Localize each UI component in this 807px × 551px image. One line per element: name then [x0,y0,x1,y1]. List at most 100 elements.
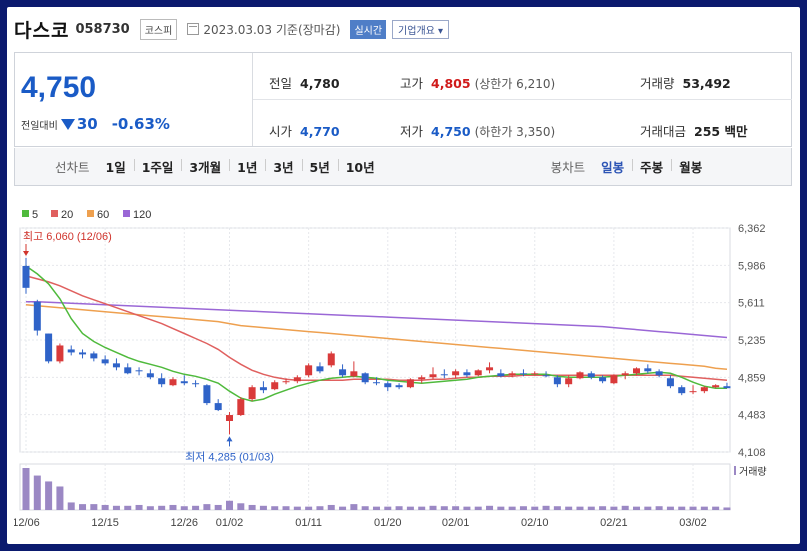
volume-bar [124,505,132,510]
y-tick-label: 6,362 [738,223,766,235]
down-triangle-icon [60,118,75,130]
legend-swatch [22,210,29,217]
volume-bar [655,506,663,510]
candle [621,373,629,376]
volume-bar [519,506,527,510]
volume-bar [666,506,674,510]
stock-name[interactable]: 다스코 [14,16,69,43]
high-label: 고가 [400,76,424,91]
volume-plot-area [19,463,731,511]
tab-daily[interactable]: 일봉 [593,157,632,176]
candle [452,371,460,376]
volume-bar [474,506,482,510]
volume-bar [542,505,550,510]
volume-legend-label: 거래량 [739,466,767,478]
tab-10y[interactable]: 10년 [337,157,383,176]
candle [33,301,41,331]
candle [56,345,64,362]
volume: 거래량 53,492 [640,73,731,92]
candle [406,379,414,388]
candle [124,367,132,374]
candle [158,378,166,385]
volume-bar [22,468,30,510]
tab-1d[interactable]: 1일 [98,157,134,176]
low-value: 4,750 [431,124,471,139]
volume-bar [372,506,380,510]
candle [45,333,53,362]
candle [282,381,290,383]
candle [587,373,595,378]
volume-bar [101,504,109,510]
candle [666,378,674,387]
y-tick-label: 5,611 [738,298,765,310]
high-value: 4,805 [431,76,471,91]
tab-monthly[interactable]: 월봉 [671,157,710,176]
candle [305,365,313,376]
chart-period-tabs: 선차트 1일 1주일 3개월 1년 3년 5년 10년 봉차트 일봉 주봉 월봉 [14,148,792,186]
volume-value: 53,492 [682,76,731,91]
candle [203,385,211,404]
candle [576,372,584,379]
tab-1w[interactable]: 1주일 [133,157,182,176]
price-summary: 4,750 전일대비 30 -0.63% 전일 4,780 고가 4,805 (… [14,52,792,147]
open-label: 시가 [269,124,293,139]
candle [655,371,663,376]
tab-5y[interactable]: 5년 [301,157,338,176]
volume-bar [316,506,324,510]
x-tick-label: 01/02 [216,517,244,529]
volume-bar [45,481,53,510]
volume-bar [135,504,143,510]
upper-limit: (상한가 6,210) [474,77,556,91]
realtime-button[interactable]: 실시간 [350,19,387,39]
candlestick-chart: 6,362 5,986 5,611 5,235 4,859 4,483 4,108 12/06… [12,209,767,529]
x-tick-label: 02/21 [600,517,628,529]
volume-bar [576,506,584,510]
volume-bar [112,505,120,510]
candle [259,387,267,391]
date-text: 2023.03.03 기준(장마감) [203,22,341,37]
volume-bar [395,506,403,510]
volume-bar [712,506,720,510]
candle [327,353,335,366]
volume-bar [259,505,267,510]
tab-1y[interactable]: 1년 [229,157,265,176]
volume-bar [158,505,166,510]
candle [418,377,426,380]
tab-weekly[interactable]: 주봉 [632,157,671,176]
min-price-label: 최저 4,285 (01/03) [185,450,274,463]
stock-code: 058730 [75,21,130,37]
current-price: 4,750 [21,71,97,104]
candle [463,372,471,376]
x-tick-label: 01/20 [374,517,402,529]
candle [79,352,87,355]
volume-bar [79,504,87,510]
candle [135,370,143,372]
company-overview-dropdown[interactable]: 기업개요 ▾ [392,19,450,39]
line-chart-label: 선차트 [55,160,90,175]
ma120-line [26,300,728,339]
open-value: 4,770 [300,124,340,139]
candle [519,373,527,375]
candle [225,415,234,421]
turnover: 거래대금 255 백만 [640,121,747,140]
volume-legend-swatch [734,466,736,475]
candle [542,375,550,377]
min-arrow-head [226,436,233,442]
y-tick-label: 4,859 [738,372,766,384]
volume-bar [361,506,369,510]
tab-3y[interactable]: 3년 [265,157,301,176]
volume-bar [531,506,539,510]
candle [361,373,369,383]
open-price: 시가 4,770 [269,121,340,140]
volume-bar [452,506,460,510]
candle [316,366,324,372]
prev-close-value: 4,780 [300,76,340,91]
volume-bar [192,505,200,510]
tab-3m[interactable]: 3개월 [181,157,229,176]
legend-label: 120 [133,209,151,221]
candle [101,359,109,364]
high-price: 고가 4,805 (상한가 6,210) [400,73,555,92]
candle [440,374,448,376]
volume-bar [440,506,448,510]
candle [22,265,30,288]
